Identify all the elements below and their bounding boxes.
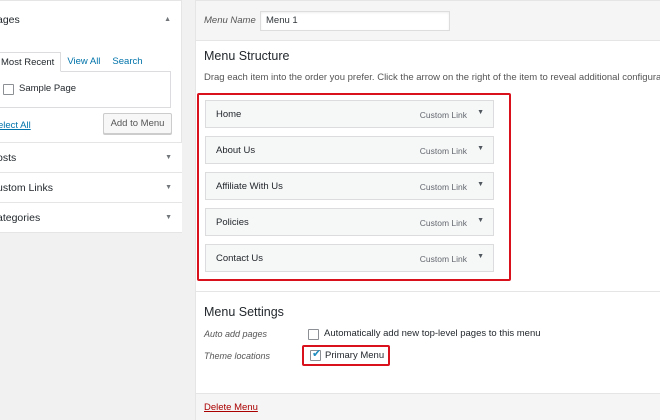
menu-footer: Delete Menu bbox=[196, 393, 660, 420]
chevron-down-icon[interactable]: ▼ bbox=[165, 203, 172, 233]
theme-locations-label: Theme locations bbox=[204, 351, 271, 361]
accordion-categories[interactable]: ategories ▼ bbox=[0, 203, 182, 233]
expand-arrow-icon[interactable]: ▼ bbox=[477, 109, 484, 116]
chevron-down-icon[interactable]: ▼ bbox=[165, 173, 172, 203]
menu-item-title: Contact Us bbox=[216, 253, 263, 264]
menu-name-bar: Menu Name Menu 1 bbox=[196, 1, 660, 41]
menu-items-highlight: Home Custom Link ▼ About Us Custom Link … bbox=[197, 93, 511, 281]
menu-item-title: Policies bbox=[216, 217, 249, 228]
tab-search[interactable]: Search bbox=[106, 52, 148, 72]
tab-most-recent[interactable]: Most Recent bbox=[0, 52, 62, 72]
delete-menu-link[interactable]: Delete Menu bbox=[204, 402, 258, 413]
menu-item-title: Home bbox=[216, 109, 242, 120]
accordion-categories-label: ategories bbox=[0, 212, 41, 224]
select-all-link[interactable]: elect All bbox=[0, 120, 31, 131]
expand-arrow-icon[interactable]: ▼ bbox=[477, 253, 484, 260]
menu-name-label: Menu Name bbox=[204, 15, 256, 26]
menu-settings-title: Menu Settings bbox=[204, 305, 284, 319]
menu-item-contact-us[interactable]: Contact Us Custom Link ▼ bbox=[205, 244, 494, 272]
primary-menu-label[interactable]: Primary Menu bbox=[325, 350, 384, 361]
menu-item-type: Custom Link bbox=[419, 182, 467, 192]
menu-item-type: Custom Link bbox=[419, 146, 467, 156]
tab-view-all[interactable]: View All bbox=[61, 52, 106, 72]
primary-menu-highlight: ✔ Primary Menu bbox=[302, 345, 390, 366]
menu-item-type: Custom Link bbox=[419, 254, 467, 264]
pages-box-title: ages bbox=[0, 14, 20, 26]
primary-menu-checkbox[interactable]: ✔ bbox=[310, 348, 322, 361]
menu-structure-description: Drag each item into the order you prefer… bbox=[204, 72, 660, 83]
menu-item-title: About Us bbox=[216, 145, 256, 156]
pages-tab-panel: Sample Page bbox=[0, 71, 171, 108]
collapse-up-icon[interactable]: ▲ bbox=[164, 1, 171, 39]
menu-editor: Menu Name Menu 1 Menu Structure Drag eac… bbox=[195, 0, 660, 420]
menu-item-affiliate[interactable]: Affiliate With Us Custom Link ▼ bbox=[205, 172, 494, 200]
auto-add-pages-checkbox[interactable] bbox=[308, 329, 319, 340]
menu-settings: Menu Settings Auto add pages Automatical… bbox=[196, 291, 660, 393]
accordion-custom-links-label: ustom Links bbox=[0, 182, 54, 194]
menu-item-type: Custom Link bbox=[419, 110, 467, 120]
chevron-down-icon[interactable]: ▼ bbox=[165, 143, 172, 173]
checkmark-icon: ✔ bbox=[312, 348, 322, 360]
menu-items-sidebar: ages ▲ Most Recent View All Search Sampl… bbox=[0, 0, 182, 233]
auto-add-pages-label: Auto add pages bbox=[204, 329, 268, 339]
accordion-custom-links[interactable]: ustom Links ▼ bbox=[0, 173, 182, 203]
menu-item-about-us[interactable]: About Us Custom Link ▼ bbox=[205, 136, 494, 164]
menu-name-input[interactable]: Menu 1 bbox=[260, 11, 450, 31]
menu-item-home[interactable]: Home Custom Link ▼ bbox=[205, 100, 494, 128]
menu-item-title: Affiliate With Us bbox=[216, 181, 283, 192]
accordion-posts[interactable]: osts ▼ bbox=[0, 143, 182, 173]
menu-item-type: Custom Link bbox=[419, 218, 467, 228]
menu-item-policies[interactable]: Policies Custom Link ▼ bbox=[205, 208, 494, 236]
expand-arrow-icon[interactable]: ▼ bbox=[477, 181, 484, 188]
add-to-menu-button[interactable]: Add to Menu bbox=[103, 113, 172, 134]
pages-box: ages ▲ Most Recent View All Search Sampl… bbox=[0, 0, 182, 143]
pages-tabs: Most Recent View All Search bbox=[0, 52, 149, 72]
expand-arrow-icon[interactable]: ▼ bbox=[477, 145, 484, 152]
pages-box-header[interactable]: ages ▲ bbox=[0, 1, 181, 39]
auto-add-pages-text[interactable]: Automatically add new top-level pages to… bbox=[324, 328, 541, 339]
menu-structure-title: Menu Structure bbox=[204, 49, 290, 63]
sample-page-label[interactable]: Sample Page bbox=[19, 83, 76, 94]
expand-arrow-icon[interactable]: ▼ bbox=[477, 217, 484, 224]
sample-page-checkbox[interactable] bbox=[3, 84, 14, 95]
accordion-posts-label: osts bbox=[0, 152, 17, 164]
